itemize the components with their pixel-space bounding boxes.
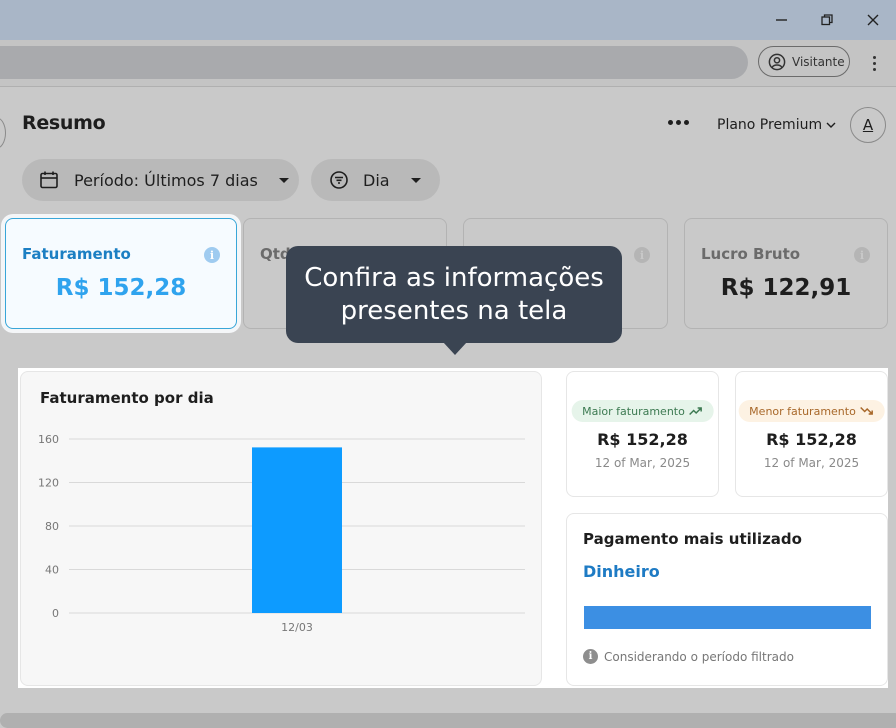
min-revenue-card: Menor faturamento R$ 152,28 12 of Mar, 2… — [735, 371, 888, 497]
info-icon[interactable]: i — [854, 247, 870, 263]
min-revenue-badge-label: Menor faturamento — [749, 404, 856, 418]
dropdown-caret-icon — [410, 177, 421, 183]
account-circle-icon — [768, 53, 786, 70]
payment-share-bar — [584, 606, 871, 629]
trending-up-icon — [689, 407, 703, 416]
min-revenue-value: R$ 152,28 — [766, 430, 857, 449]
browser-toolbar: Visitante — [0, 40, 896, 87]
dropdown-caret-icon — [278, 177, 289, 183]
avatar[interactable]: A — [850, 107, 886, 143]
y-tick-label: 40 — [45, 564, 59, 577]
plan-label: Plano Premium — [717, 117, 823, 133]
min-revenue-date: 12 of Mar, 2025 — [763, 456, 860, 470]
kpi-value: R$ 122,91 — [720, 275, 852, 301]
close-icon[interactable] — [858, 8, 888, 32]
bar[interactable] — [252, 447, 342, 613]
plan-dropdown[interactable]: Plano Premium — [717, 117, 836, 133]
chevron-down-icon — [826, 122, 836, 128]
period-filter-label: Período: Últimos 7 dias — [74, 170, 258, 190]
kpi-card-faturamento[interactable]: Faturamento i R$ 152,28 — [5, 218, 237, 329]
revenue-chart-panel: Faturamento por dia 0 40 80 120 160 12/03 — [20, 371, 542, 686]
payment-note: i Considerando o período filtrado — [583, 649, 794, 664]
browser-titlebar — [0, 0, 896, 40]
kpi-label: Faturamento — [22, 245, 131, 263]
x-tick-label: 12/03 — [281, 621, 313, 634]
calendar-icon — [39, 170, 59, 190]
y-tick-label: 120 — [38, 477, 59, 490]
y-tick-label: 80 — [45, 520, 59, 533]
payment-title: Pagamento mais utilizado — [583, 530, 802, 548]
restore-icon[interactable] — [812, 8, 842, 32]
max-revenue-value: R$ 152,28 — [597, 430, 688, 449]
more-options-icon[interactable] — [668, 120, 689, 125]
max-revenue-badge: Maior faturamento — [571, 400, 714, 422]
tooltip-line-2: presentes na tela — [340, 296, 568, 326]
trending-down-icon — [860, 406, 874, 415]
tooltip-arrow — [443, 342, 467, 355]
kpi-value: R$ 152,28 — [55, 275, 187, 301]
onboarding-tooltip: Confira as informações presentes na tela — [286, 246, 622, 343]
period-filter[interactable]: Período: Últimos 7 dias — [22, 159, 299, 201]
y-tick-label: 0 — [52, 607, 59, 620]
payment-note-text: Considerando o período filtrado — [604, 649, 794, 664]
info-icon[interactable]: i — [634, 247, 650, 263]
info-icon: i — [583, 649, 598, 664]
max-revenue-card: Maior faturamento R$ 152,28 12 of Mar, 2… — [566, 371, 719, 497]
back-button[interactable] — [0, 117, 6, 149]
profile-label: Visitante — [792, 54, 845, 69]
kpi-label: Lucro Bruto — [701, 245, 801, 263]
y-tick-label: 160 — [38, 433, 59, 446]
max-revenue-date: 12 of Mar, 2025 — [594, 456, 691, 470]
minimize-icon[interactable] — [767, 8, 797, 32]
tooltip-line-1: Confira as informações — [304, 263, 604, 293]
payment-method: Dinheiro — [583, 562, 660, 581]
address-bar[interactable] — [0, 46, 748, 79]
info-icon[interactable]: i — [204, 247, 220, 263]
grouping-filter[interactable]: Dia — [311, 159, 440, 201]
filter-list-icon — [329, 170, 349, 190]
horizontal-scrollbar[interactable] — [0, 713, 896, 728]
min-revenue-badge: Menor faturamento — [738, 400, 885, 422]
grouping-filter-label: Dia — [363, 170, 390, 190]
browser-menu-icon[interactable] — [864, 52, 884, 74]
page-title: Resumo — [22, 112, 106, 134]
kpi-card-lucro-bruto[interactable]: Lucro Bruto i R$ 122,91 — [684, 218, 888, 329]
max-revenue-badge-label: Maior faturamento — [582, 404, 685, 418]
payment-method-card: Pagamento mais utilizado Dinheiro i Cons… — [566, 513, 888, 686]
profile-button[interactable]: Visitante — [758, 46, 850, 77]
bar-chart: 0 40 80 120 160 12/03 — [38, 433, 525, 634]
